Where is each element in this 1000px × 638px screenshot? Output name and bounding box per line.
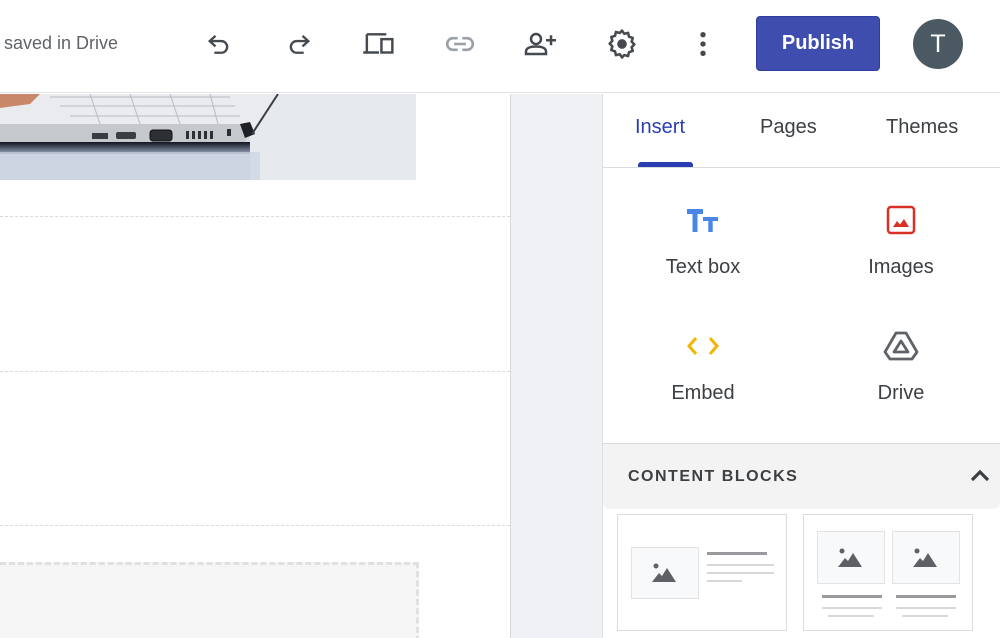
insert-link-button[interactable]: [440, 24, 480, 64]
section-divider: [0, 216, 510, 217]
publish-button[interactable]: Publish: [756, 16, 880, 71]
content-blocks-title: CONTENT BLOCKS: [628, 468, 799, 485]
active-tab-indicator: [638, 162, 693, 167]
caption-title-line: [822, 595, 882, 598]
text-line: [707, 564, 774, 566]
account-avatar[interactable]: T: [913, 19, 963, 69]
image-placeholder: [631, 547, 699, 599]
content-block-two-images[interactable]: [803, 514, 973, 631]
tab-insert[interactable]: Insert: [635, 116, 685, 139]
top-toolbar: saved in Drive Publish T: [0, 0, 1000, 93]
link-icon: [445, 36, 475, 52]
devices-preview-icon: [363, 33, 394, 54]
image-placeholder: [817, 531, 885, 584]
title-line: [707, 552, 767, 555]
text-box-icon: [687, 209, 718, 232]
image-placeholder: [892, 531, 960, 584]
insert-drive-label: Drive: [877, 382, 925, 404]
content-block-image-text[interactable]: [617, 514, 787, 631]
gear-icon: [608, 29, 636, 59]
text-line: [707, 580, 742, 582]
laptop-photo: [0, 94, 416, 180]
undo-button[interactable]: [199, 24, 239, 64]
image-placeholder-icon: [652, 563, 676, 582]
text-line: [707, 572, 774, 574]
preview-button[interactable]: [359, 24, 399, 64]
embed-code-icon: [687, 337, 719, 355]
undo-icon: [207, 34, 229, 54]
save-status: saved in Drive: [4, 33, 119, 53]
caption-line: [896, 607, 956, 609]
placeholder-section[interactable]: [0, 562, 419, 638]
caption-line: [828, 615, 874, 617]
tab-themes[interactable]: Themes: [886, 116, 958, 139]
caption-line: [822, 607, 882, 609]
panel-tabs: Insert Pages Themes: [603, 94, 1000, 168]
insert-images-label: Images: [868, 256, 934, 278]
more-options-button[interactable]: [683, 24, 723, 64]
redo-button[interactable]: [279, 24, 319, 64]
chevron-up-icon[interactable]: [968, 464, 992, 488]
settings-button[interactable]: [602, 24, 642, 64]
caption-line: [902, 615, 948, 617]
more-vert-icon: [700, 31, 706, 57]
image-placeholder-icon: [838, 548, 862, 567]
share-button[interactable]: [521, 24, 561, 64]
image-icon: [886, 205, 916, 235]
image-placeholder-icon: [913, 548, 937, 567]
section-divider: [0, 371, 510, 372]
drive-icon: [883, 331, 919, 361]
insert-grid: Text box Images Embed Drive: [603, 168, 1000, 442]
insert-drive[interactable]: Drive: [816, 318, 986, 428]
insert-images[interactable]: Images: [816, 192, 986, 302]
tab-pages[interactable]: Pages: [760, 116, 817, 139]
content-blocks-header[interactable]: CONTENT BLOCKS: [603, 443, 1000, 509]
side-panel: Insert Pages Themes Text box Images Embe…: [603, 94, 1000, 638]
insert-text-box[interactable]: Text box: [618, 192, 788, 302]
hero-image[interactable]: [0, 94, 416, 180]
redo-icon: [289, 34, 311, 54]
canvas-gutter: [510, 94, 603, 638]
caption-title-line: [896, 595, 956, 598]
section-divider: [0, 525, 510, 526]
insert-embed-label: Embed: [671, 382, 735, 404]
insert-embed[interactable]: Embed: [618, 318, 788, 428]
insert-text-box-label: Text box: [665, 256, 741, 278]
page-canvas: [0, 94, 510, 638]
add-person-icon: [524, 32, 556, 56]
